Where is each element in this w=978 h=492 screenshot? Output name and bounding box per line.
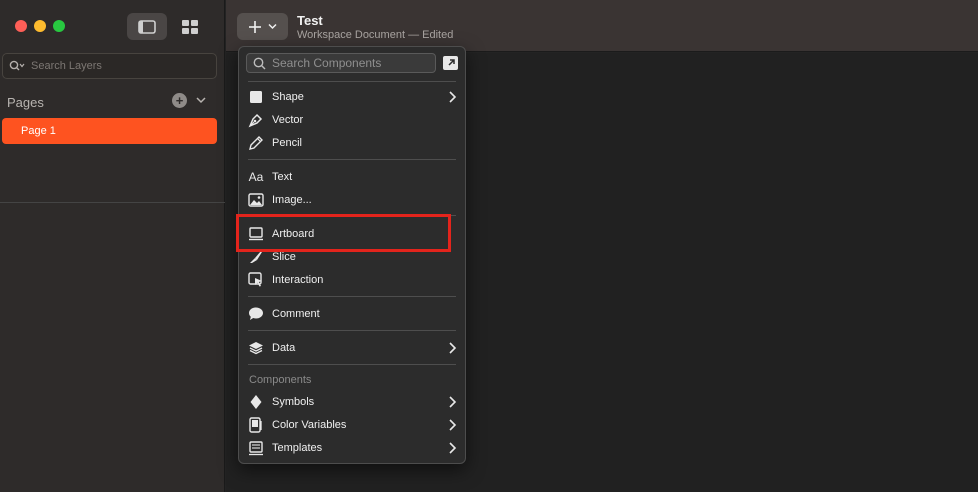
menu-separator [248,296,456,297]
popout-button[interactable] [443,56,458,70]
color-swatch-icon [249,417,262,433]
menu-item-label: Slice [272,251,296,263]
menu-item-templates[interactable]: Templates [247,437,459,459]
square-shape-icon [250,91,262,103]
search-components-field[interactable]: Search Components [246,53,436,73]
search-icon [9,60,25,71]
chevron-down-icon[interactable] [195,95,207,105]
comment-bubble-icon [249,307,263,320]
menu-item-label: Vector [272,114,304,126]
grid-view-button[interactable] [170,13,210,40]
menu-item-color-variables[interactable]: Color Variables [247,414,459,436]
menu-item-interaction[interactable]: Interaction [247,269,459,291]
menu-item-shape[interactable]: Shape [247,86,459,108]
chevron-right-icon [449,91,457,103]
pages-header: Pages + [7,93,212,111]
insert-button[interactable] [237,13,288,40]
menu-item-label: Comment [272,308,320,320]
add-page-button[interactable]: + [172,93,187,108]
page-item-label: Page 1 [21,125,56,137]
page-item-page-1[interactable]: Page 1 [2,118,217,144]
search-layers-field[interactable]: Search Layers [2,53,217,79]
text-icon: Aa [248,170,264,184]
zoom-window-button[interactable] [53,20,65,32]
menu-separator [248,159,456,160]
pages-title: Pages [7,94,44,110]
menu-item-label: Symbols [272,396,315,408]
pencil-icon [249,136,263,150]
menu-item-vector[interactable]: Vector [247,109,459,131]
menu-item-label: Color Variables [272,419,347,431]
insert-menu: Search Components Shape Vector Pencil Aa… [238,46,466,464]
menu-item-symbols[interactable]: Symbols [247,391,459,413]
plus-icon [249,20,261,33]
layers-stack-icon [249,342,263,355]
search-icon [253,57,266,69]
image-icon [248,193,264,207]
sidebar-titlebar [0,0,225,50]
menu-item-label: Data [272,342,296,354]
chevron-right-icon [449,396,457,408]
menu-item-data[interactable]: Data [247,337,459,359]
chevron-right-icon [449,342,457,354]
single-view-button[interactable] [127,13,167,40]
menu-separator [248,330,456,331]
menu-item-text[interactable]: Aa Text [247,166,459,188]
sidebar: Search Layers Pages + Page 1 [0,0,225,492]
document-title: Test [297,13,323,28]
menu-item-label: Shape [272,91,304,103]
chevron-right-icon [449,442,457,454]
symbol-diamond-icon [250,395,262,409]
sidebar-divider [0,202,225,203]
menu-separator [248,364,456,365]
popout-arrow-icon [447,59,455,66]
search-components-placeholder: Search Components [272,56,382,70]
templates-icon [249,441,263,456]
menu-item-label: Image... [272,194,312,206]
chevron-down-icon [268,23,277,30]
document-subtitle: Workspace Document — Edited [297,29,454,41]
search-layers-placeholder: Search Layers [31,60,102,72]
interaction-icon [248,272,262,287]
menu-item-label: Interaction [272,274,324,286]
minimize-window-button[interactable] [34,20,46,32]
menu-item-label: Pencil [272,137,302,149]
menu-separator [248,81,456,82]
artboard-highlight-annotation [236,214,451,252]
chevron-right-icon [449,419,457,431]
menu-item-image[interactable]: Image... [247,189,459,211]
pen-nib-icon [248,113,263,128]
menu-item-comment[interactable]: Comment [247,303,459,325]
close-window-button[interactable] [15,20,27,32]
toolbar: Test Workspace Document — Edited [226,0,978,52]
menu-item-label: Text [272,171,293,183]
menu-item-label: Templates [272,442,323,454]
grid-view-icon [182,19,198,34]
menu-item-pencil[interactable]: Pencil [247,132,459,154]
single-view-icon [138,19,156,34]
components-section-header: Components [249,374,312,386]
